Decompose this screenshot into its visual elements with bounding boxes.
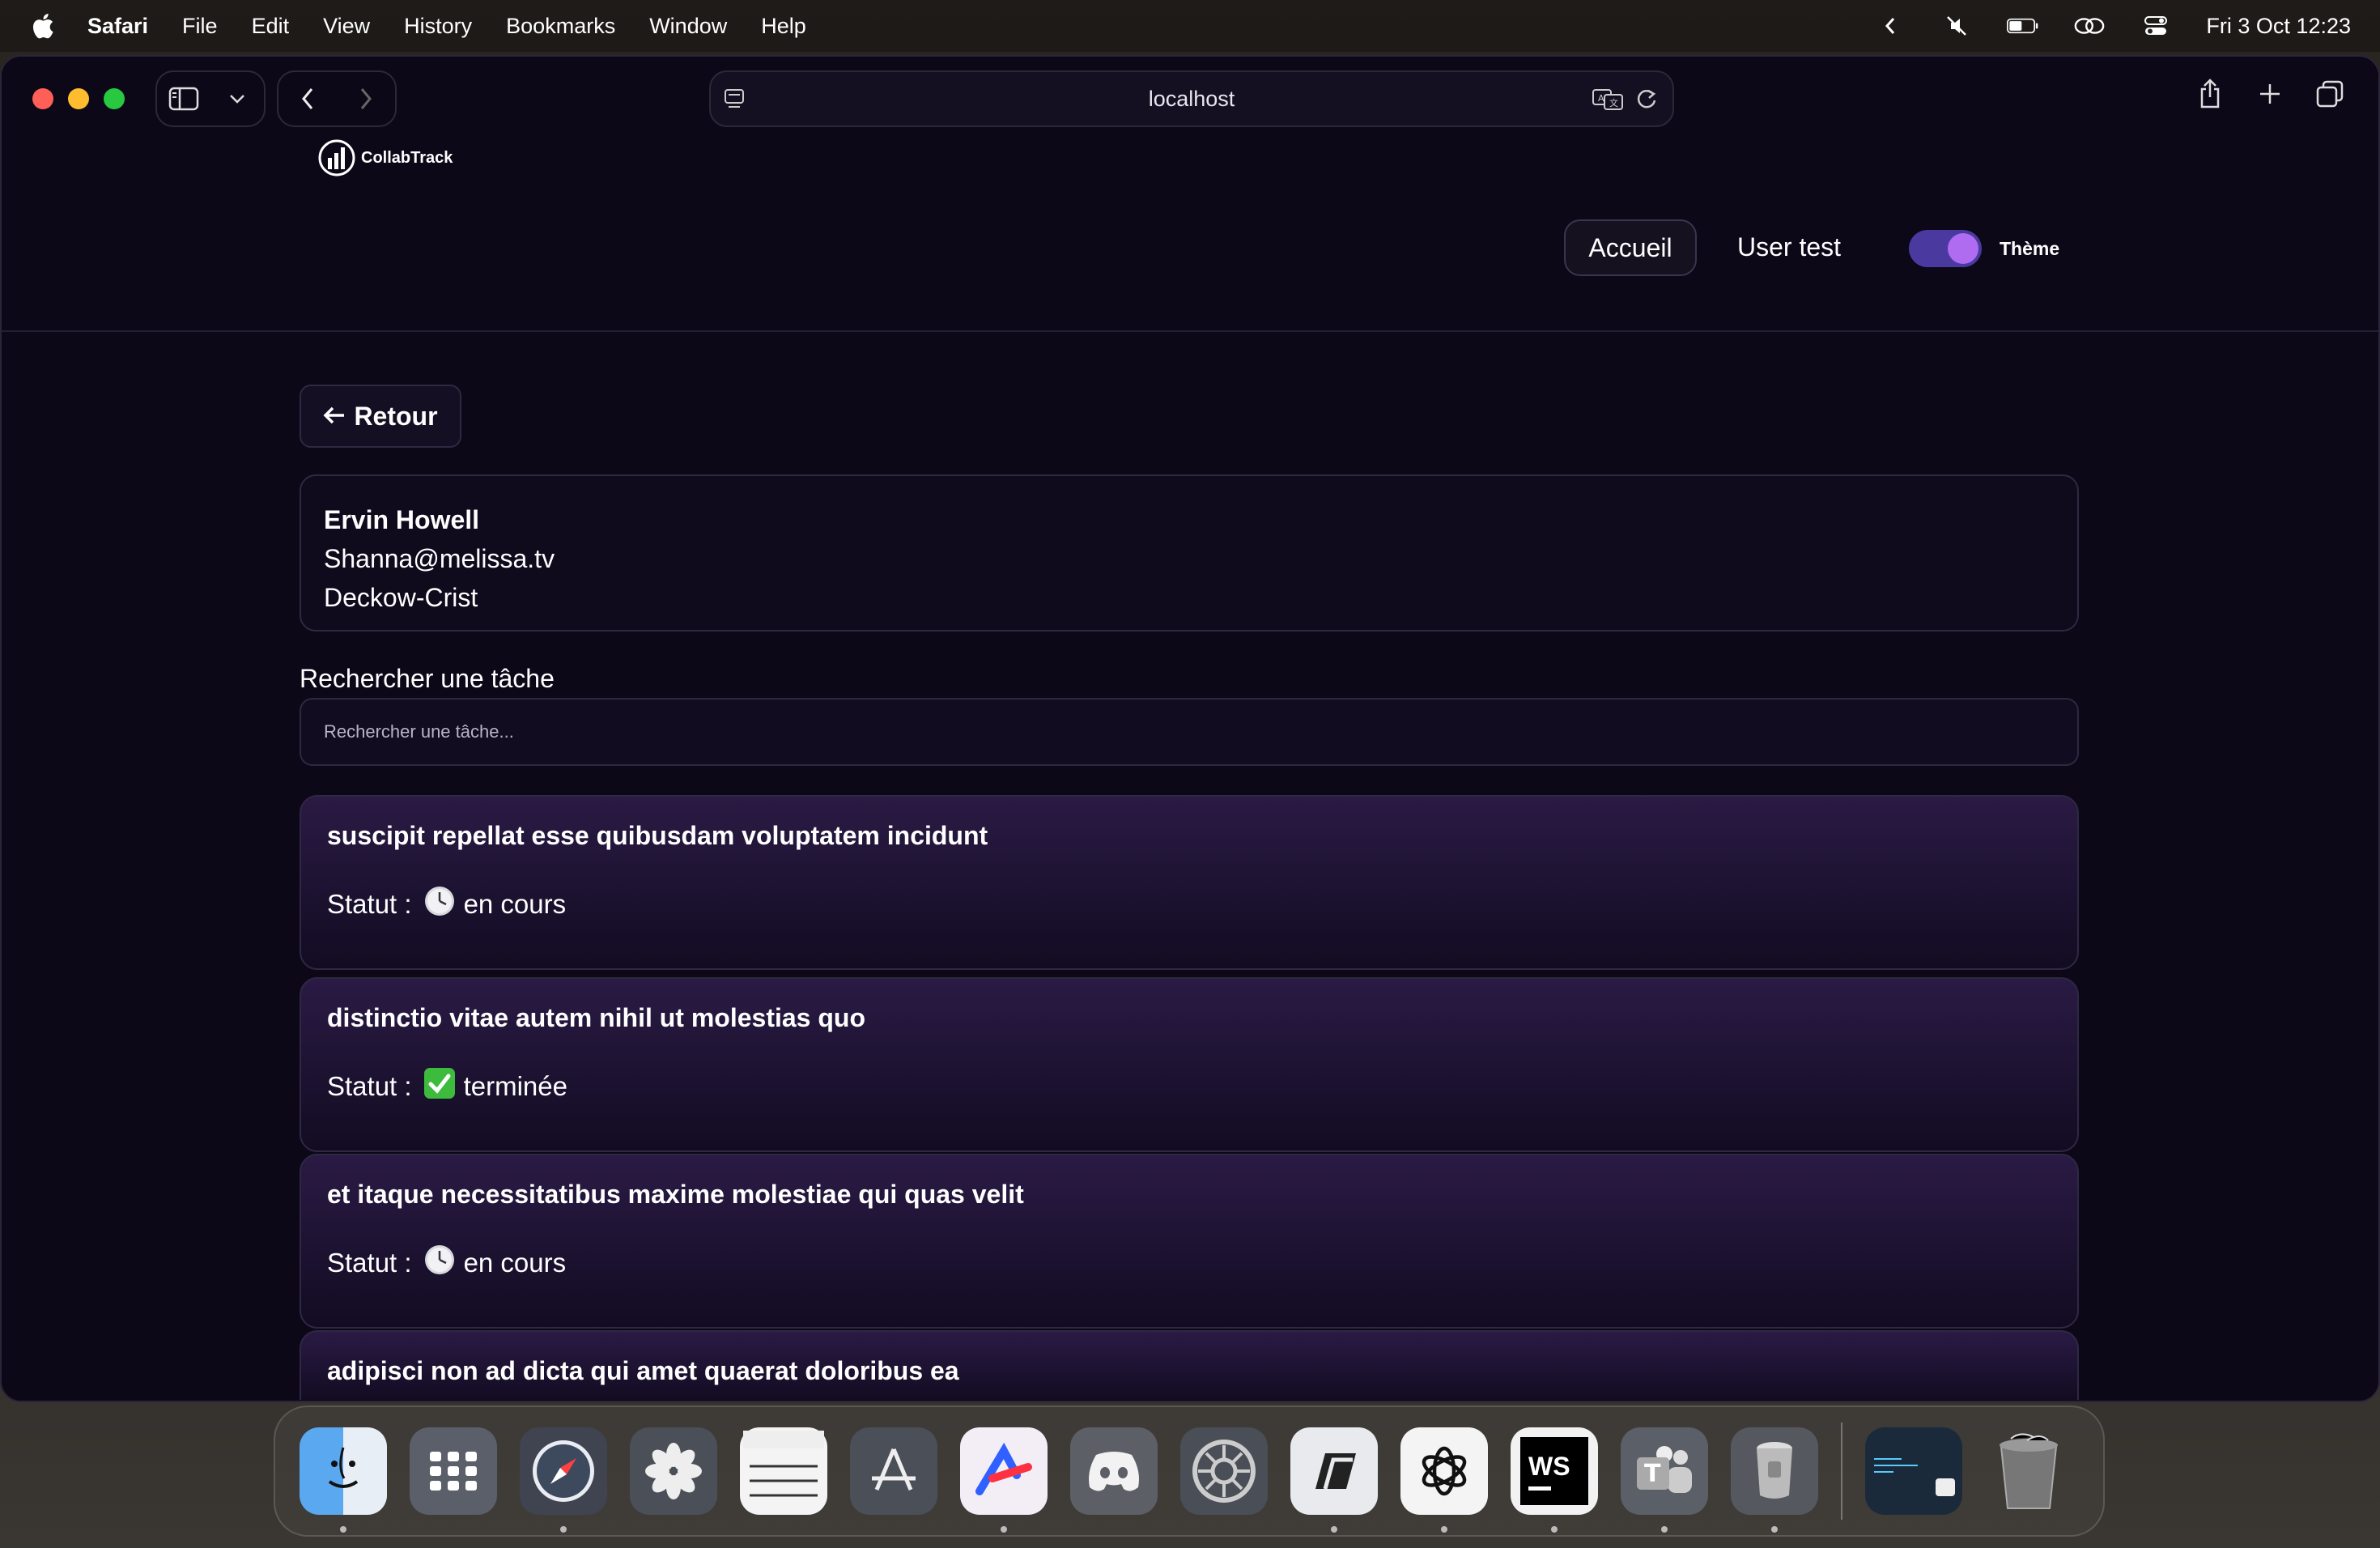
dock: WS T (274, 1406, 2105, 1537)
nav-user-link[interactable]: User test (1737, 232, 1841, 262)
theme-toggle-knob (1948, 233, 1978, 264)
status-value: en cours (463, 1248, 567, 1278)
minimize-window-button[interactable] (68, 88, 89, 109)
task-title: adipisci non ad dicta qui amet quaerat d… (327, 1356, 959, 1385)
menu-edit[interactable]: Edit (252, 14, 290, 39)
user-email: Shanna@melissa.tv (324, 544, 555, 573)
terminal-window-thumbnail[interactable] (1865, 1427, 1962, 1515)
app-logo[interactable]: CollabTrack (317, 138, 453, 177)
trash-icon[interactable] (1985, 1427, 2072, 1515)
logo-text: CollabTrack (361, 148, 453, 167)
control-center-icon[interactable] (2140, 14, 2172, 38)
menu-history[interactable]: History (404, 14, 472, 39)
svg-text:A: A (1598, 93, 1604, 104)
reload-icon[interactable] (1635, 87, 1658, 117)
chatgpt-app-icon[interactable] (1400, 1427, 1488, 1533)
flashlight-app-icon[interactable] (1731, 1427, 1818, 1533)
search-label: Rechercher une tâche (300, 664, 555, 693)
screen-mirroring-icon[interactable] (2073, 14, 2106, 38)
check-icon (423, 1067, 456, 1106)
new-tab-icon[interactable] (2250, 74, 2289, 113)
chevron-left-icon[interactable] (1874, 14, 1906, 38)
task-card[interactable]: adipisci non ad dicta qui amet quaerat d… (300, 1330, 2079, 1400)
webstorm-app-icon[interactable]: WS (1511, 1427, 1598, 1533)
forward-arrow-icon[interactable] (346, 79, 385, 118)
user-company: Deckow-Crist (324, 583, 478, 612)
status-value: en cours (463, 889, 567, 919)
clock-icon (423, 1244, 456, 1282)
task-status: Statut : en cours (327, 885, 2051, 924)
task-card[interactable]: distinctio vitae autem nihil ut molestia… (300, 977, 2079, 1152)
share-icon[interactable] (2191, 74, 2229, 113)
menu-file[interactable]: File (182, 14, 218, 39)
svg-text:T: T (1644, 1460, 1661, 1488)
sidebar-toggle-group (155, 70, 266, 127)
status-prefix: Statut : (327, 1248, 412, 1278)
user-name: Ervin Howell (324, 505, 480, 534)
theme-toggle[interactable] (1909, 230, 1982, 267)
apple-icon[interactable] (29, 11, 55, 40)
tab-overview-icon[interactable] (2310, 74, 2349, 113)
toolbar-right-actions (2191, 74, 2349, 113)
chevron-down-icon[interactable] (218, 79, 257, 118)
back-arrow-icon[interactable] (288, 79, 327, 118)
raycast-app-icon[interactable] (960, 1427, 1048, 1533)
bar-chart-logo-icon (318, 139, 355, 176)
menu-view[interactable]: View (323, 14, 370, 39)
task-search-input[interactable] (300, 698, 2079, 766)
theme-label: Thème (2000, 238, 2060, 259)
safari-app-icon[interactable] (520, 1427, 607, 1533)
menu-help[interactable]: Help (761, 14, 806, 39)
task-title: suscipit repellat esse quibusdam volupta… (327, 821, 988, 850)
battery-icon[interactable] (2007, 14, 2039, 38)
notes-app-icon[interactable] (740, 1427, 827, 1515)
task-title: distinctio vitae autem nihil ut molestia… (327, 1003, 865, 1032)
address-bar[interactable]: localhost A文 (709, 70, 1674, 127)
mute-icon[interactable] (1940, 14, 1973, 38)
user-info-card: Ervin Howell Shanna@melissa.tv Deckow-Cr… (300, 474, 2079, 632)
teams-app-icon[interactable]: T (1621, 1427, 1708, 1533)
back-button-label: Retour (354, 401, 438, 431)
discord-app-icon[interactable] (1070, 1427, 1158, 1515)
task-status: Statut : terminée (327, 1067, 2051, 1106)
task-card[interactable]: et itaque necessitatibus maxime molestia… (300, 1154, 2079, 1329)
clock-icon (423, 885, 456, 924)
finder-app-icon[interactable] (300, 1427, 387, 1533)
app-store-app-icon[interactable] (850, 1427, 937, 1515)
nav-home-link[interactable]: Accueil (1564, 219, 1697, 276)
launchpad-app-icon[interactable] (410, 1427, 497, 1515)
menu-window[interactable]: Window (649, 14, 727, 39)
history-nav-group (277, 70, 397, 127)
menu-app-name[interactable]: Safari (87, 14, 148, 39)
task-title: et itaque necessitatibus maxime molestia… (327, 1180, 1024, 1209)
menu-bar: Safari File Edit View History Bookmarks … (0, 0, 2380, 52)
status-prefix: Statut : (327, 1071, 412, 1101)
dock-separator (1841, 1423, 1842, 1520)
parallels-app-icon[interactable] (1290, 1427, 1378, 1533)
svg-text:文: 文 (1609, 97, 1618, 108)
menu-clock[interactable]: Fri 3 Oct 12:23 (2206, 14, 2351, 39)
status-value: terminée (463, 1071, 567, 1101)
task-card[interactable]: suscipit repellat esse quibusdam volupta… (300, 795, 2079, 970)
translate-icon[interactable]: A文 (1592, 87, 1624, 117)
arrow-left-icon (323, 402, 346, 432)
menu-bookmarks[interactable]: Bookmarks (506, 14, 615, 39)
system-settings-app-icon[interactable] (1180, 1427, 1268, 1515)
site-settings-icon[interactable] (724, 87, 745, 118)
window-controls (32, 88, 125, 109)
status-prefix: Statut : (327, 889, 412, 919)
url-text[interactable]: localhost (1149, 87, 1235, 112)
fullscreen-window-button[interactable] (104, 88, 125, 109)
task-status: Statut : en cours (327, 1244, 2051, 1282)
back-button[interactable]: Retour (300, 385, 461, 448)
browser-toolbar: localhost A文 (2, 57, 2378, 141)
photos-app-icon[interactable] (630, 1427, 717, 1515)
sidebar-icon[interactable] (164, 79, 203, 118)
close-window-button[interactable] (32, 88, 53, 109)
